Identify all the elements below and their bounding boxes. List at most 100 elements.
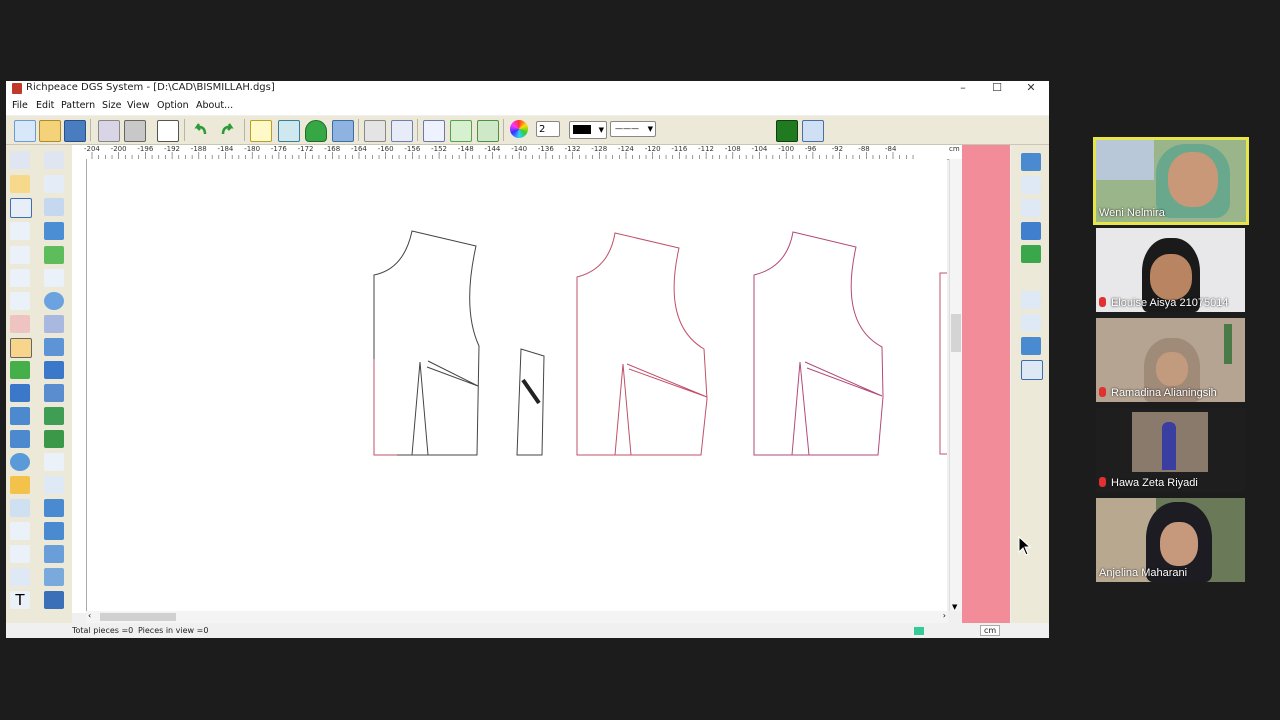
notch-icon[interactable]	[44, 407, 64, 425]
menu-view[interactable]: View	[127, 100, 150, 111]
fold-icon[interactable]	[44, 198, 64, 216]
pen-width-input[interactable]: 2	[536, 121, 560, 137]
film-strip-icon[interactable]	[776, 120, 798, 142]
scroll-down-arrow[interactable]: ▼	[952, 603, 957, 611]
piece-info-icon[interactable]	[1021, 176, 1041, 194]
color-wheel-icon[interactable]	[510, 120, 528, 138]
horizontal-scrollbar[interactable]: ‹ ›	[86, 611, 948, 623]
rectangle-icon[interactable]	[10, 198, 32, 218]
chart-icon[interactable]	[423, 120, 445, 142]
drawing-canvas[interactable]	[87, 159, 953, 611]
tape-icon[interactable]	[10, 476, 30, 494]
length-icon[interactable]	[44, 269, 64, 287]
menu-option[interactable]: Option	[157, 100, 189, 111]
pencil-tool-icon[interactable]	[98, 120, 120, 142]
frame-icon[interactable]	[44, 476, 64, 494]
curve-icon[interactable]	[450, 120, 472, 142]
scroll-left-arrow[interactable]: ‹	[88, 611, 91, 620]
eraser-icon[interactable]	[10, 338, 32, 358]
menu-pattern[interactable]: Pattern	[61, 100, 95, 111]
help-icon[interactable]	[802, 120, 824, 142]
close-button[interactable]: ✕	[1014, 81, 1048, 97]
menu-about[interactable]: About...	[196, 100, 233, 111]
layers-icon[interactable]	[391, 120, 413, 142]
measure-icon[interactable]	[10, 269, 30, 287]
participant-tile-1[interactable]: Weni Nelmira	[1093, 137, 1249, 225]
vertical-scroll-thumb[interactable]	[951, 314, 961, 352]
main-toolbar: 2 ▼ ——— ▼	[6, 116, 1049, 145]
menu-file[interactable]: File	[12, 100, 28, 111]
undo-icon[interactable]	[190, 120, 210, 140]
seam-icon[interactable]	[44, 246, 64, 264]
shape-icon[interactable]	[44, 175, 64, 193]
floppy-icon[interactable]	[1021, 360, 1043, 380]
save-icon[interactable]	[64, 120, 86, 142]
grading-icon[interactable]	[278, 120, 300, 142]
hatch-icon[interactable]	[10, 545, 30, 563]
sleeve-icon[interactable]	[10, 430, 30, 448]
minimize-button[interactable]: –	[946, 81, 980, 97]
cut-line-icon[interactable]	[10, 246, 30, 264]
flip-icon[interactable]	[10, 407, 30, 425]
line-style-select[interactable]: ——— ▼	[610, 121, 656, 137]
maximize-button[interactable]: ☐	[980, 81, 1014, 97]
cut-icon[interactable]	[10, 522, 30, 540]
layout-icon[interactable]	[44, 568, 64, 586]
shield-icon[interactable]	[305, 120, 327, 142]
mirror-icon[interactable]	[44, 384, 64, 402]
camera-icon[interactable]	[124, 120, 146, 142]
fill-icon[interactable]	[10, 361, 30, 379]
open-folder-icon[interactable]	[39, 120, 61, 142]
pencil-icon[interactable]	[10, 175, 30, 193]
piece-icon[interactable]	[44, 222, 64, 240]
piece-move-icon[interactable]	[1021, 222, 1041, 240]
redo-icon[interactable]	[218, 120, 238, 140]
piece-list-panel[interactable]	[962, 145, 1010, 623]
dress-icon[interactable]	[44, 545, 64, 563]
dotted-line-icon[interactable]	[1021, 314, 1041, 332]
blue-piece-icon[interactable]	[44, 499, 64, 517]
pick-point-icon[interactable]	[44, 151, 64, 169]
curve-tool-icon[interactable]	[44, 453, 64, 471]
curve-edit-icon[interactable]	[1021, 199, 1041, 217]
rainbow-icon[interactable]	[1021, 268, 1041, 286]
angle-icon[interactable]	[10, 222, 30, 240]
marker-tool-icon[interactable]	[1021, 245, 1041, 263]
scissors-icon[interactable]	[10, 315, 30, 333]
layout-tool-icon[interactable]	[1021, 153, 1041, 171]
menu-edit[interactable]: Edit	[36, 100, 54, 111]
participant-tile-5[interactable]: Anjelina Maharani	[1096, 498, 1245, 582]
new-file-icon[interactable]	[14, 120, 36, 142]
stack-icon[interactable]	[332, 120, 354, 142]
text-tool-icon[interactable]: T	[10, 591, 30, 609]
pattern-frame-icon[interactable]	[157, 120, 179, 142]
vertical-scrollbar[interactable]: ▼	[949, 159, 962, 611]
participant-tile-4[interactable]: Hawa Zeta Riyadi	[1096, 408, 1245, 492]
color-select[interactable]: ▼	[569, 121, 607, 139]
participant-tile-3[interactable]: Ramadina Alianingsih	[1096, 318, 1245, 402]
button-hole-icon[interactable]	[44, 292, 64, 310]
collar-icon[interactable]	[44, 430, 64, 448]
arrow-select-icon[interactable]	[10, 151, 30, 169]
dart-icon[interactable]	[44, 338, 64, 356]
rotate-icon[interactable]	[10, 384, 30, 402]
spiral-icon[interactable]	[10, 453, 30, 471]
text-a-icon[interactable]	[10, 292, 30, 310]
brush-icon[interactable]	[364, 120, 386, 142]
participant-tile-2[interactable]: Elouise Aisya 21075014	[1096, 228, 1245, 312]
marker-icon[interactable]	[44, 591, 64, 609]
pin-icon[interactable]	[44, 522, 64, 540]
menu-size[interactable]: Size	[102, 100, 122, 111]
scroll-right-arrow[interactable]: ›	[943, 611, 946, 620]
wave-icon[interactable]	[477, 120, 499, 142]
export-icon[interactable]	[1021, 337, 1041, 355]
horizontal-scroll-thumb[interactable]	[100, 613, 176, 621]
title-bar: Richpeace DGS System - [D:\CAD\BISMILLAH…	[6, 81, 1049, 97]
copy-piece-icon[interactable]	[44, 361, 64, 379]
table-icon[interactable]	[10, 568, 30, 586]
grade-lines-icon[interactable]	[1021, 291, 1041, 309]
piece-select-icon[interactable]	[250, 120, 272, 142]
pleat-icon[interactable]	[44, 315, 64, 333]
grade-icon[interactable]	[10, 499, 30, 517]
ruler-label: -124	[618, 145, 634, 153]
